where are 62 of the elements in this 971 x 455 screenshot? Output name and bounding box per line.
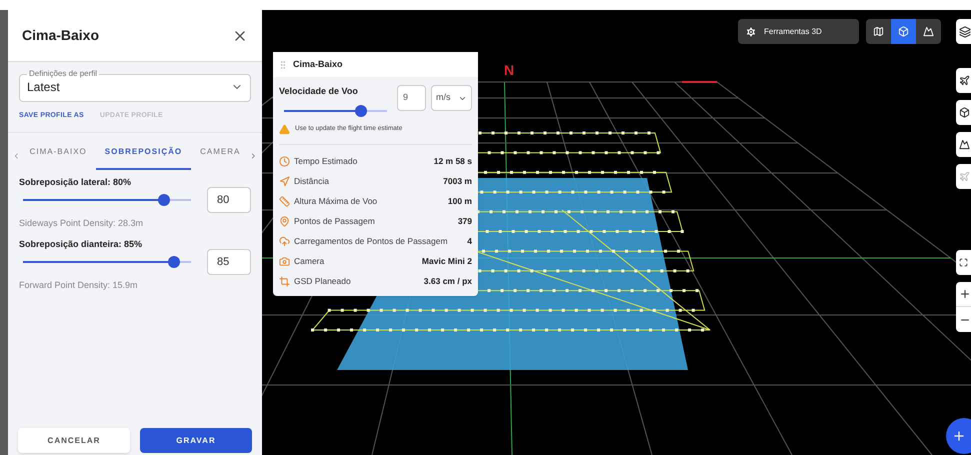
tab[interactable]: CAMERA bbox=[191, 142, 250, 170]
box-icon bbox=[959, 107, 970, 118]
stat-value: Mavic Mini 2 bbox=[422, 255, 472, 268]
cancel-button[interactable]: CANCELAR bbox=[18, 428, 130, 453]
profile-select[interactable]: Definições de perfil Latest bbox=[19, 70, 251, 102]
slider-thumb[interactable] bbox=[168, 256, 180, 268]
3d-viewport[interactable] bbox=[262, 10, 971, 455]
warning-icon bbox=[279, 124, 290, 134]
speed-input[interactable]: 9 bbox=[397, 85, 426, 111]
overlap-slider[interactable] bbox=[23, 254, 191, 270]
fit-icon bbox=[959, 258, 968, 267]
density-note: Forward Point Density: 15.9m bbox=[19, 279, 139, 292]
compass-label: N bbox=[504, 61, 514, 80]
stat-label: Pontos de Passagem bbox=[294, 215, 376, 228]
tools-button[interactable]: Ferramentas 3D bbox=[738, 19, 859, 44]
stat-label: Distância bbox=[294, 175, 330, 188]
stat-value: 4 bbox=[467, 235, 472, 248]
map-icon bbox=[873, 26, 884, 37]
camera-icon bbox=[279, 256, 290, 267]
stat-value: 100 m bbox=[448, 195, 472, 208]
speed-slider[interactable] bbox=[284, 102, 387, 118]
terrain-icon bbox=[923, 26, 934, 37]
axis-line bbox=[682, 81, 717, 83]
plus-icon bbox=[959, 288, 971, 300]
drag-handle-icon[interactable] bbox=[278, 60, 288, 70]
stat-value: 7003 m bbox=[443, 175, 472, 188]
mountain-icon bbox=[959, 139, 970, 150]
overlap-slider[interactable] bbox=[23, 192, 191, 208]
layers-button[interactable] bbox=[956, 19, 971, 44]
speed-label: Velocidade de Voo bbox=[279, 85, 359, 98]
value-input[interactable]: 85 bbox=[207, 249, 251, 275]
plus-icon bbox=[952, 429, 966, 443]
plane-icon bbox=[959, 171, 970, 182]
stat-label: GSD Planeado bbox=[294, 275, 352, 288]
tab[interactable]: SOBREPOSIÇÃO bbox=[96, 142, 192, 170]
info-panel-title: Cima-Baixo bbox=[293, 58, 343, 71]
setting-label: Sobreposição lateral: 80% bbox=[19, 176, 132, 189]
stat-label: Carregamentos de Pontos de Passagem bbox=[294, 235, 449, 248]
unit-select[interactable]: m/s bbox=[431, 85, 472, 111]
save-button[interactable]: GRAVAR bbox=[140, 428, 252, 453]
settings-icon bbox=[745, 26, 757, 38]
stat-value: 12 m 58 s bbox=[434, 155, 472, 168]
setting-label: Sobreposição dianteira: 85% bbox=[19, 238, 144, 251]
slider-thumb[interactable] bbox=[158, 194, 170, 206]
layers-icon bbox=[959, 26, 971, 38]
density-note: Sideways Point Density: 28.3m bbox=[19, 217, 144, 230]
stat-label: Camera bbox=[294, 255, 326, 268]
fit-view-button[interactable] bbox=[956, 250, 971, 275]
toolbar-button[interactable] bbox=[956, 100, 971, 125]
plane-icon bbox=[959, 75, 970, 86]
toolbar-button[interactable] bbox=[956, 132, 971, 157]
slider-thumb[interactable] bbox=[355, 104, 368, 116]
cube-icon bbox=[898, 26, 909, 37]
stat-value: 379 bbox=[458, 215, 472, 228]
stat-value: 3.63 cm / px bbox=[424, 275, 472, 288]
stat-label: Tempo Estimado bbox=[294, 155, 358, 168]
value-input[interactable]: 80 bbox=[207, 187, 251, 213]
stat-label: Altura Máxima de Voo bbox=[294, 195, 378, 208]
field-label: Definições de perfil bbox=[28, 70, 98, 78]
panel-title: Cima-Baixo bbox=[22, 26, 100, 45]
toolbar-button[interactable] bbox=[956, 68, 971, 93]
tab[interactable]: CIMA-BAIXO bbox=[20, 142, 96, 170]
